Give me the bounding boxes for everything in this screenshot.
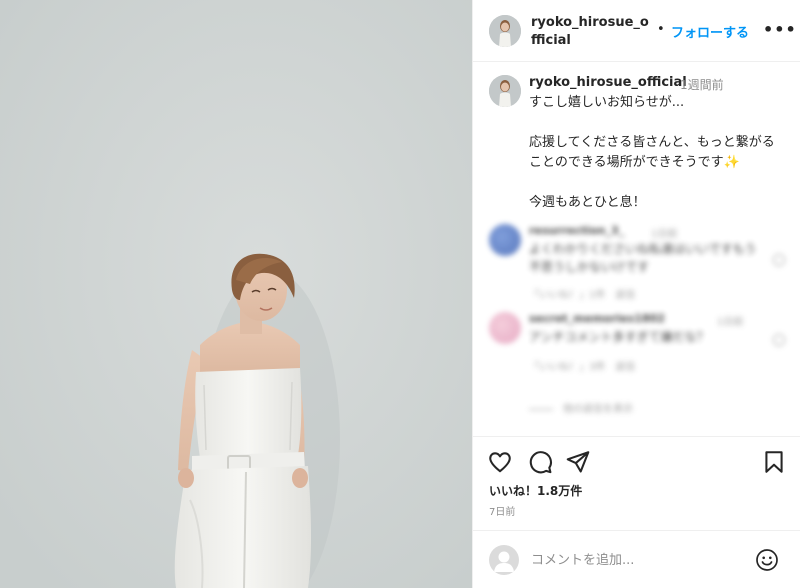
avatar-image xyxy=(489,75,521,107)
avatar-image xyxy=(489,15,521,47)
caption-username[interactable]: ryoko_hirosue_official xyxy=(529,75,687,90)
comments-list: resurrection_3_ 1日前 よくわかりくださいね私達はいいですもう不… xyxy=(473,210,800,438)
comment-timestamp: 1日前 xyxy=(651,229,678,240)
default-user-icon xyxy=(494,551,514,572)
comment-bubble-icon[interactable] xyxy=(527,449,553,475)
comment-username[interactable]: resurrection_3_ xyxy=(529,224,624,237)
comment-like-icon[interactable] xyxy=(773,254,785,266)
bookmark-save-icon[interactable] xyxy=(761,449,787,475)
comment-text: よくわかりくださいね私達はいいですもう不思うしかないけです xyxy=(529,242,757,274)
more-options-icon[interactable]: ••• xyxy=(763,20,796,40)
comment-meta[interactable]: 「いいね！」1件 返信 xyxy=(529,286,635,301)
comment-avatar[interactable] xyxy=(489,224,521,256)
photo-illustration xyxy=(0,0,472,588)
view-replies-button[interactable]: 他の返信を表示 xyxy=(529,400,633,415)
follow-button[interactable]: フォローする xyxy=(671,22,749,41)
share-send-icon[interactable] xyxy=(565,449,591,475)
comment-like-icon[interactable] xyxy=(773,334,785,346)
post-timestamp[interactable]: 7日前 xyxy=(489,503,515,518)
comment-avatar[interactable] xyxy=(489,312,521,344)
likes-count[interactable]: いいね！1.8万件 xyxy=(489,482,582,499)
add-comment-bar xyxy=(473,530,800,588)
author-avatar[interactable] xyxy=(489,15,521,47)
caption-timestamp[interactable]: 1週間前 xyxy=(680,76,724,93)
post-photo[interactable] xyxy=(0,0,472,588)
emoji-picker-icon[interactable] xyxy=(755,548,779,572)
post-header: ryoko_hirosue_official • フォローする ••• xyxy=(473,0,800,62)
like-heart-icon[interactable] xyxy=(487,449,513,475)
caption-line: 応援してくださる皆さんと、もっと繋がることのできる場所ができそうです✨ xyxy=(529,135,775,170)
post-side-panel: ryoko_hirosue_official • フォローする ••• ryok… xyxy=(472,0,800,588)
author-username[interactable]: ryoko_hirosue_official xyxy=(531,14,653,50)
replies-line xyxy=(529,408,553,410)
caption-line: すこし嬉しいお知らせが... xyxy=(529,95,685,110)
sparkle-icon: ✨ xyxy=(723,155,740,170)
comment-text: アンチコメント多すぎて嫌だな？ xyxy=(529,330,709,344)
caption-avatar[interactable] xyxy=(489,75,521,107)
comment-timestamp: 1日前 xyxy=(717,317,744,328)
comment-meta[interactable]: 「いいね！」3件 返信 xyxy=(529,358,635,373)
separator-dot: • xyxy=(657,22,665,37)
current-user-avatar xyxy=(489,545,519,575)
comment-username[interactable]: secret_memories1802 xyxy=(529,312,665,325)
comment-input[interactable] xyxy=(531,547,741,573)
